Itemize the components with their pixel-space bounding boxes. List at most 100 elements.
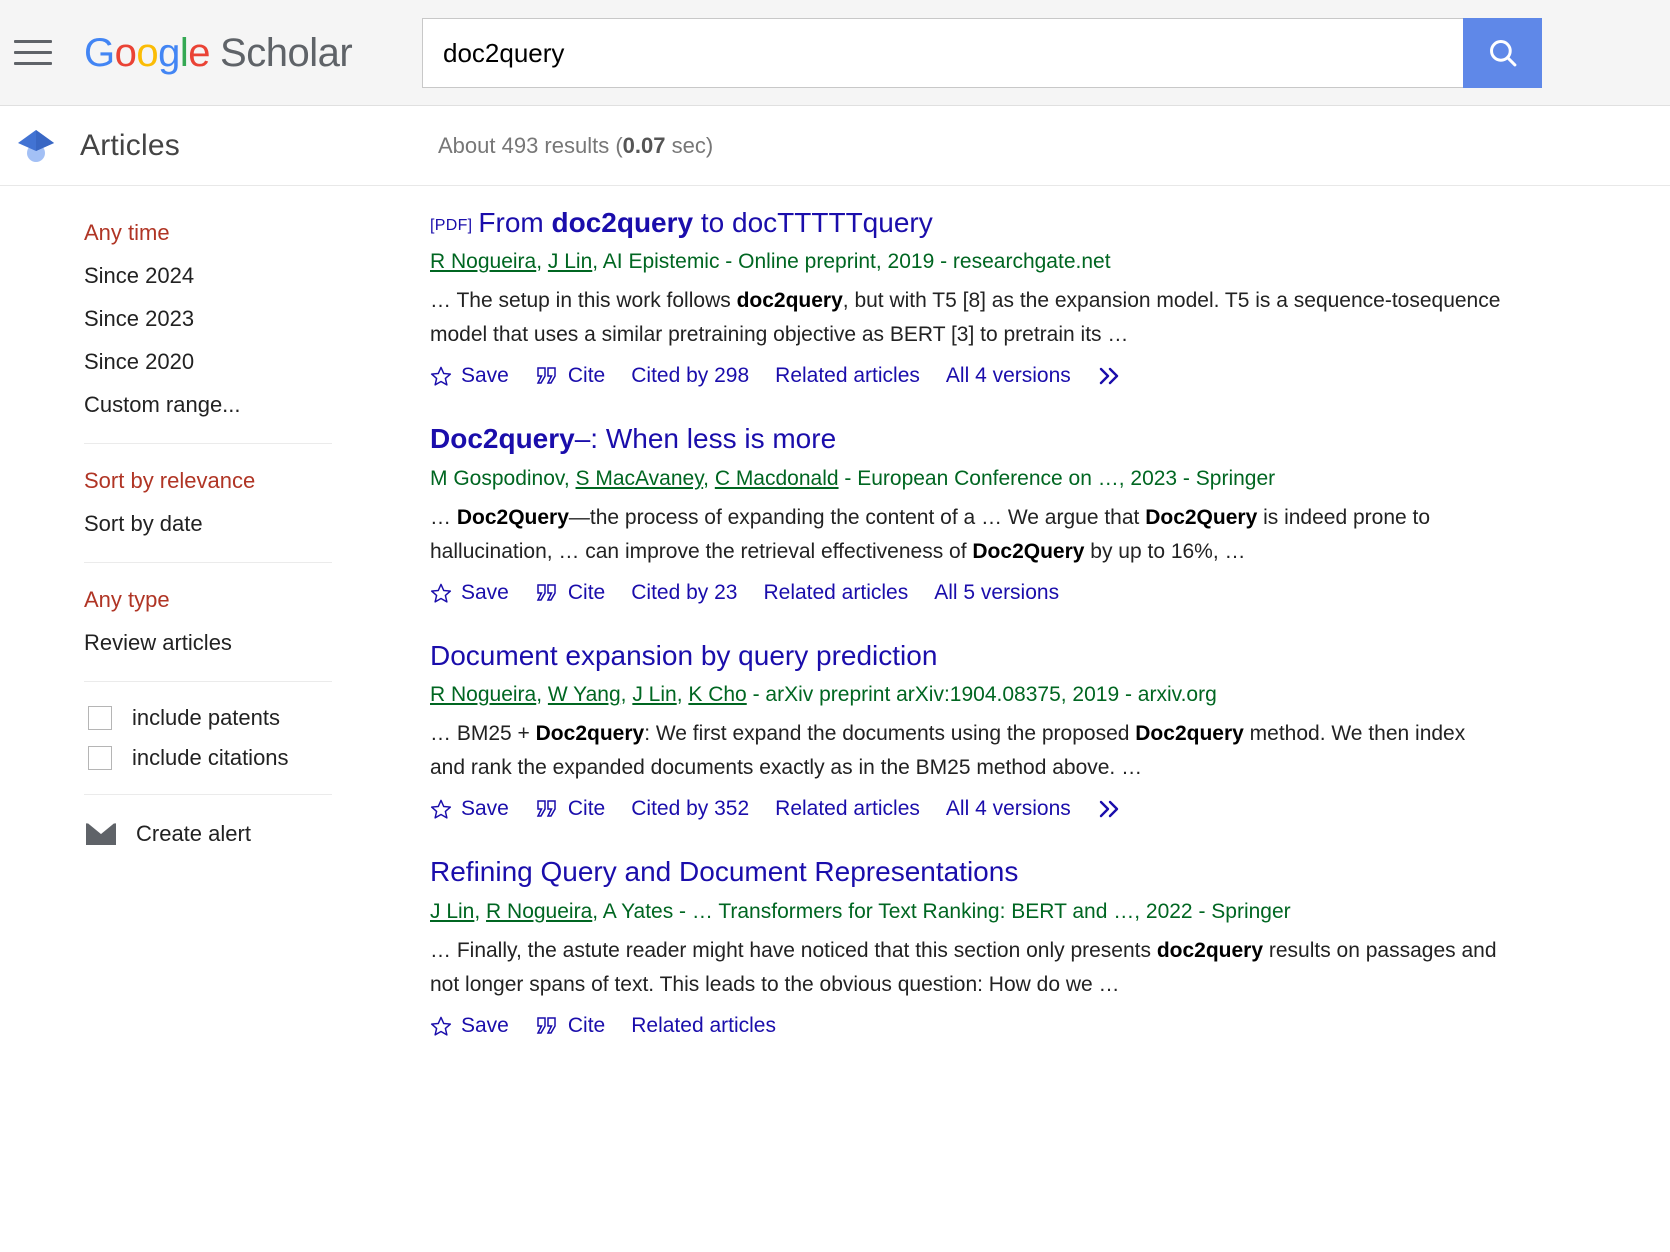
sidebar-item-any-type[interactable]: Any type (84, 579, 430, 622)
save-button[interactable]: Save (430, 581, 509, 605)
snippet-text: … BM25 + (430, 722, 536, 745)
related-articles-link[interactable]: Related articles (763, 581, 908, 605)
tab-articles[interactable]: Articles (14, 124, 180, 168)
save-button[interactable]: Save (430, 1014, 509, 1038)
snippet-highlight: doc2query (737, 289, 843, 312)
include-patents-checkbox[interactable] (88, 706, 112, 730)
hamburger-bar (14, 51, 52, 54)
include-citations-checkbox[interactable] (88, 746, 112, 770)
sidebar-item-since-2020[interactable]: Since 2020 (84, 341, 430, 384)
result-meta-rest: , A Yates - … Transformers for Text Rank… (592, 900, 1290, 923)
sidebar-item-sort-by-date[interactable]: Sort by date (84, 503, 430, 546)
author-link[interactable]: J Lin (548, 250, 592, 273)
search-icon (1486, 36, 1520, 70)
star-icon (430, 365, 452, 387)
result-meta: M Gospodinov, S MacAvaney, C Macdonald -… (430, 465, 1640, 492)
result-title[interactable]: Document expansion by query prediction (430, 639, 1640, 673)
snippet-highlight: doc2query (1157, 939, 1263, 962)
result-pdf-tag: [PDF] (430, 217, 472, 234)
author-link[interactable]: R Nogueira (486, 900, 592, 923)
author-link[interactable]: K Cho (688, 683, 746, 706)
author-link[interactable]: R Nogueira (430, 250, 536, 273)
save-label: Save (461, 1014, 509, 1038)
result-title-highlight: doc2query (552, 207, 694, 238)
create-alert-button[interactable]: Create alert (84, 811, 430, 847)
save-label: Save (461, 364, 509, 388)
save-label: Save (461, 797, 509, 821)
result-actions: Save Cite Cited by 298 Related articles … (430, 364, 1640, 388)
author-link[interactable]: R Nogueira (430, 683, 536, 706)
save-button[interactable]: Save (430, 797, 509, 821)
author-link[interactable]: S MacAvaney (576, 467, 704, 490)
result-meta-rest: , AI Epistemic - Online preprint, 2019 -… (592, 250, 1110, 273)
all-versions-link[interactable]: All 4 versions (946, 364, 1071, 388)
author-link[interactable]: C Macdonald (715, 467, 839, 490)
result-item: Refining Query and Document Representati… (430, 855, 1640, 1037)
hamburger-menu-icon[interactable] (14, 38, 54, 68)
all-versions-link[interactable]: All 5 versions (934, 581, 1059, 605)
snippet-text: : We first expand the documents using th… (644, 722, 1135, 745)
result-title[interactable]: Doc2query–: When less is more (430, 422, 1640, 456)
double-chevron-right-icon[interactable] (1097, 365, 1125, 387)
sidebar-item-since-2023[interactable]: Since 2023 (84, 298, 430, 341)
snippet-highlight: Doc2Query (972, 540, 1084, 563)
cite-button[interactable]: Cite (535, 364, 605, 388)
result-count: About 493 results (0.07 sec) (438, 133, 713, 159)
cited-by-link[interactable]: Cited by 298 (631, 364, 749, 388)
sidebar-divider (84, 443, 332, 444)
snippet-text: … Finally, the astute reader might have … (430, 939, 1157, 962)
all-versions-link[interactable]: All 4 versions (946, 797, 1071, 821)
sidebar-divider (84, 562, 332, 563)
result-meta-rest: - European Conference on …, 2023 - Sprin… (839, 467, 1276, 490)
result-count-time: 0.07 (623, 133, 666, 158)
related-articles-link[interactable]: Related articles (775, 364, 920, 388)
cited-by-link[interactable]: Cited by 352 (631, 797, 749, 821)
cited-by-link[interactable]: Cited by 23 (631, 581, 737, 605)
double-chevron-right-icon[interactable] (1097, 798, 1125, 820)
author-link[interactable]: J Lin (632, 683, 676, 706)
cite-button[interactable]: Cite (535, 581, 605, 605)
snippet-highlight: Doc2query (1135, 722, 1244, 745)
author-link[interactable]: J Lin (430, 900, 474, 923)
related-articles-link[interactable]: Related articles (631, 1014, 776, 1038)
filters-sidebar: Any time Since 2024 Since 2023 Since 202… (0, 186, 430, 1072)
result-actions: Save Cite Related articles (430, 1014, 1640, 1038)
sidebar-item-any-time[interactable]: Any time (84, 212, 430, 255)
quote-icon (535, 798, 559, 820)
sidebar-item-custom-range[interactable]: Custom range... (84, 384, 430, 427)
result-title-text-1: Refining Query and Document Representati… (430, 856, 1018, 887)
related-articles-link[interactable]: Related articles (775, 797, 920, 821)
author-link[interactable]: W Yang (548, 683, 621, 706)
checkbox-row-include-patents[interactable]: include patents (84, 698, 430, 738)
result-count-suffix: sec) (666, 133, 714, 158)
cite-label: Cite (568, 581, 605, 605)
result-title[interactable]: Refining Query and Document Representati… (430, 855, 1640, 889)
type-filter-group: Any type Review articles (84, 579, 430, 665)
envelope-icon (86, 823, 116, 845)
result-title-text-2: to docTTTTTquery (693, 207, 933, 238)
search-input-container[interactable] (422, 18, 1463, 88)
sidebar-divider (84, 681, 332, 682)
cite-label: Cite (568, 1014, 605, 1038)
time-filter-group: Any time Since 2024 Since 2023 Since 202… (84, 212, 430, 427)
save-button[interactable]: Save (430, 364, 509, 388)
search-input[interactable] (441, 37, 1463, 70)
sidebar-item-sort-by-relevance[interactable]: Sort by relevance (84, 460, 430, 503)
sidebar-item-since-2024[interactable]: Since 2024 (84, 255, 430, 298)
result-meta: J Lin, R Nogueira, A Yates - … Transform… (430, 898, 1640, 925)
result-title-text-2: –: When less is more (575, 423, 836, 454)
search-button[interactable] (1463, 18, 1542, 88)
google-scholar-logo[interactable]: GoogleScholar (84, 33, 352, 73)
checkbox-row-include-citations[interactable]: include citations (84, 738, 430, 778)
result-snippet: … Doc2Query—the process of expanding the… (430, 501, 1505, 569)
search-results-list: [PDF]From doc2query to docTTTTTquery R N… (430, 186, 1670, 1072)
result-title[interactable]: [PDF]From doc2query to docTTTTTquery (430, 206, 1640, 240)
result-title-highlight: Doc2query (430, 423, 575, 454)
snippet-text: … (430, 506, 457, 529)
result-snippet: … Finally, the astute reader might have … (430, 934, 1505, 1002)
sidebar-item-review-articles[interactable]: Review articles (84, 622, 430, 665)
snippet-text: … The setup in this work follows (430, 289, 737, 312)
result-snippet: … The setup in this work follows doc2que… (430, 284, 1505, 352)
cite-button[interactable]: Cite (535, 797, 605, 821)
cite-button[interactable]: Cite (535, 1014, 605, 1038)
